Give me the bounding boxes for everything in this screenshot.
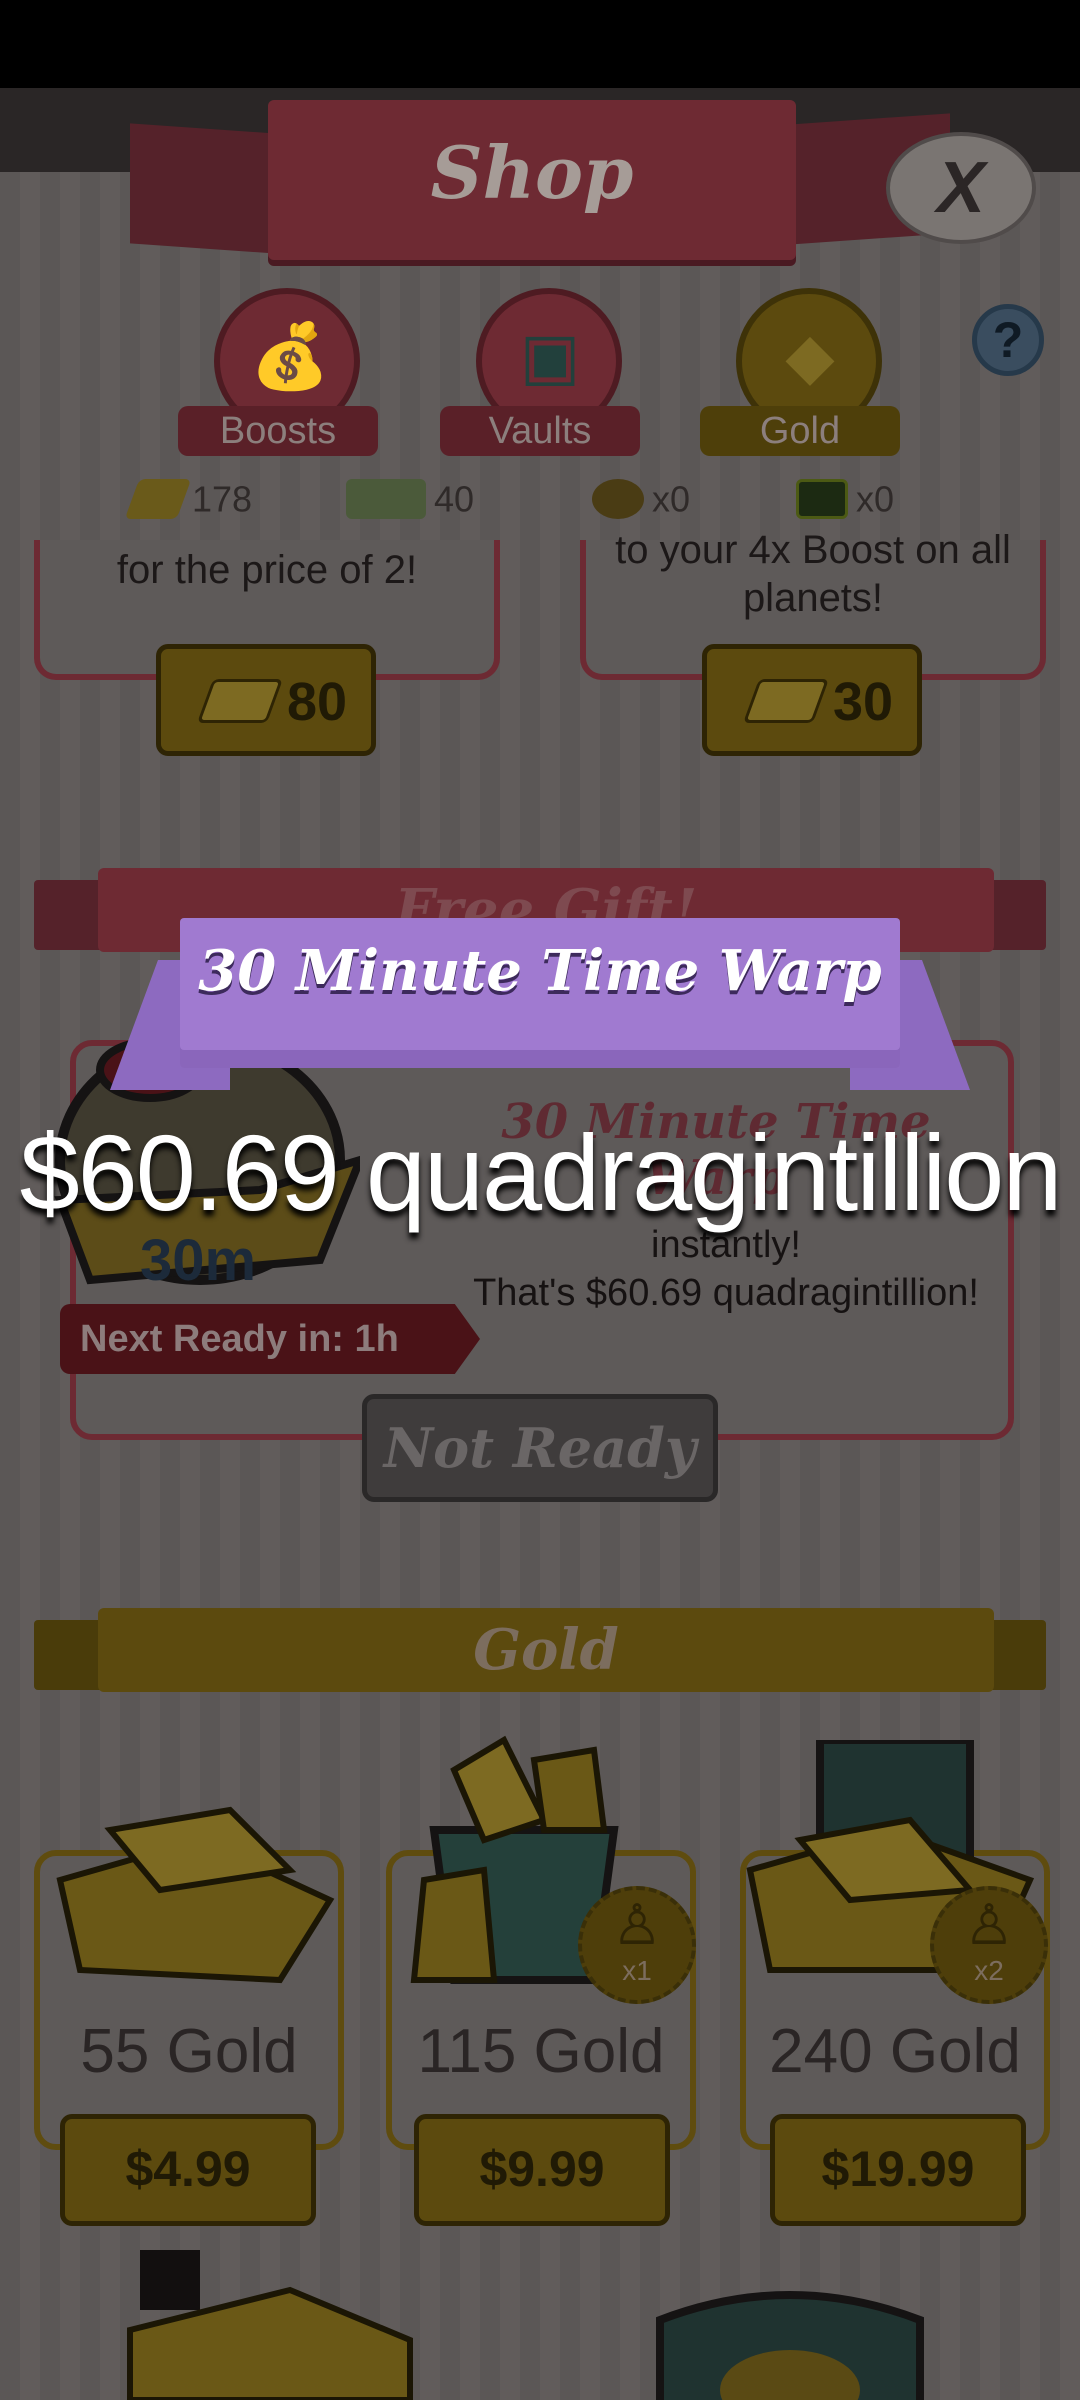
reward-value: $60.69 quadragintillion	[19, 1112, 1063, 1233]
gold-item-3-multiplier-badge: ♙ x2	[930, 1886, 1048, 2004]
gold-item-1-amount: 55 Gold	[80, 2017, 298, 2086]
tab-boosts[interactable]: 💰 Boosts	[178, 288, 378, 458]
page-title: Shop	[430, 130, 634, 215]
tycoon-icon: ♙	[963, 1893, 1015, 1956]
gold-item-3-buy-button[interactable]: $19.99	[770, 2114, 1026, 2226]
help-button[interactable]: ?	[972, 304, 1044, 376]
tab-boosts-label: Boosts	[178, 406, 378, 456]
status-bar	[0, 0, 1080, 88]
currency-gold: 178	[124, 476, 252, 528]
gold-pile-with-hat-icon	[127, 2250, 413, 2400]
mega-badge-icon	[796, 479, 848, 520]
gold-sack-icon	[656, 2291, 924, 2400]
gold-pile-icon	[56, 1806, 335, 1984]
boost-card-2-buy-button[interactable]: 30	[702, 644, 922, 756]
gold-gem-icon	[124, 479, 192, 520]
megabucks-ticket-icon	[346, 479, 426, 520]
tab-vaults-label: Vaults	[440, 406, 640, 456]
gold-section-title: Gold	[473, 1617, 619, 1683]
boost-card-1-price: 80	[287, 672, 348, 732]
vault-icon: ▣	[519, 320, 581, 392]
currency-money-bag: x0	[592, 476, 690, 528]
close-button[interactable]: X	[886, 132, 1036, 244]
gold-item-2-amount: 115 Gold	[417, 2017, 665, 2086]
next-ready-badge: Next Ready in: 1h 59m	[60, 1304, 480, 1374]
close-icon: X	[936, 148, 986, 228]
boost-card-2-description-line1: to your 4x Boost on all	[615, 528, 1011, 572]
reward-ribbon-title: 30 Minute Time Warp	[198, 938, 882, 1004]
gold-item-2-buy-button[interactable]: $9.99	[414, 2114, 670, 2226]
currency-megabucks: 40	[346, 476, 474, 528]
gold-gem-icon	[196, 679, 284, 723]
boost-card-1-description: for the price of 2!	[116, 548, 418, 592]
not-ready-button[interactable]: Not Ready	[362, 1394, 718, 1502]
tab-gold[interactable]: ◆ Gold	[700, 288, 900, 458]
boost-card-1-buy-button[interactable]: 80	[156, 644, 376, 756]
gold-item-1-buy-button[interactable]: $4.99	[60, 2114, 316, 2226]
gold-item-3-amount: 240 Gold	[769, 2017, 1021, 2086]
gold-item-2-multiplier: x1	[622, 1955, 652, 1986]
currency-mega-badge: x0	[796, 476, 894, 528]
boost-card-2-price: 30	[833, 672, 894, 732]
tycoon-icon: ♙	[611, 1893, 663, 1956]
gold-item-3-multiplier: x2	[974, 1955, 1004, 1986]
gold-item-2-multiplier-badge: ♙ x1	[578, 1886, 696, 2004]
free-gift-line-2: That's $60.69 quadragintillion!	[473, 1272, 979, 1314]
boost-bag-icon: 💰	[250, 320, 330, 392]
money-bag-icon	[592, 479, 644, 520]
gold-bar-icon: ◆	[785, 320, 835, 392]
gold-banner-center: Gold	[98, 1608, 994, 1692]
gold-gem-icon	[742, 679, 830, 723]
gold-section-banner: Gold	[34, 1608, 1046, 1692]
tab-gold-label: Gold	[700, 406, 900, 456]
boost-card-2-description-line2: planets!	[742, 576, 884, 620]
tab-vaults[interactable]: ▣ Vaults	[440, 288, 640, 458]
time-warp-icon-label: 30m	[140, 1228, 256, 1293]
